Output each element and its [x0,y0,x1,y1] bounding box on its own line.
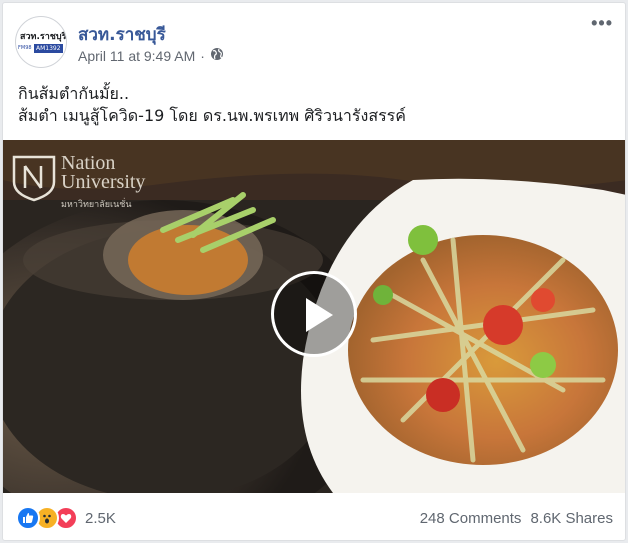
comments-link[interactable]: 248 Comments [420,510,522,527]
play-icon[interactable] [271,271,357,357]
shares-link[interactable]: 8.6K Shares [530,510,613,527]
shield-logo-icon [12,155,56,202]
post-text: กินส้มตำกันมั้ย.. ส้มตำ เมนูสู้โควิด-19 … [18,83,406,127]
play-triangle [306,298,333,332]
watermark-subtitle: มหาวิทยาลัยเนชั่น [61,200,132,210]
post-footer: 2.5K 248 Comments 8.6K Shares [3,493,625,540]
reactions-summary[interactable]: 2.5K [16,506,116,530]
engagement-stats: 248 Comments 8.6K Shares [420,510,613,527]
post-text-line-2: ส้มตำ เมนูสู้โควิด-19 โดย ดร.นพ.พรเทพ ศิ… [18,106,406,125]
like-icon [16,506,40,530]
post-card: สวท.ราชบุรี FM98 AM1392 สวท.ราชบุรี Apri… [2,2,626,541]
more-options-icon[interactable]: ••• [591,13,613,34]
globe-icon[interactable] [210,47,224,64]
watermark-title-line2: University [61,171,146,193]
post-text-line-1: กินส้มตำกันมั้ย.. [18,84,130,103]
avatar[interactable]: สวท.ราชบุรี FM98 AM1392 [15,16,67,68]
page-name-link[interactable]: สวท.ราชบุรี [78,21,166,48]
meta-separator: · [200,47,205,64]
timestamp-link[interactable]: April 11 at 9:49 AM [78,48,195,64]
post-meta: April 11 at 9:49 AM · [78,47,224,64]
avatar-badge-small: FM98 [18,45,32,51]
video-player[interactable]: Nation University มหาวิทยาลัยเนชั่น [3,140,625,493]
avatar-badge: AM1392 [34,44,63,53]
reaction-count: 2.5K [85,509,116,527]
watermark-title: Nation University [61,153,146,193]
avatar-text: สวท.ราชบุรี [20,32,67,42]
